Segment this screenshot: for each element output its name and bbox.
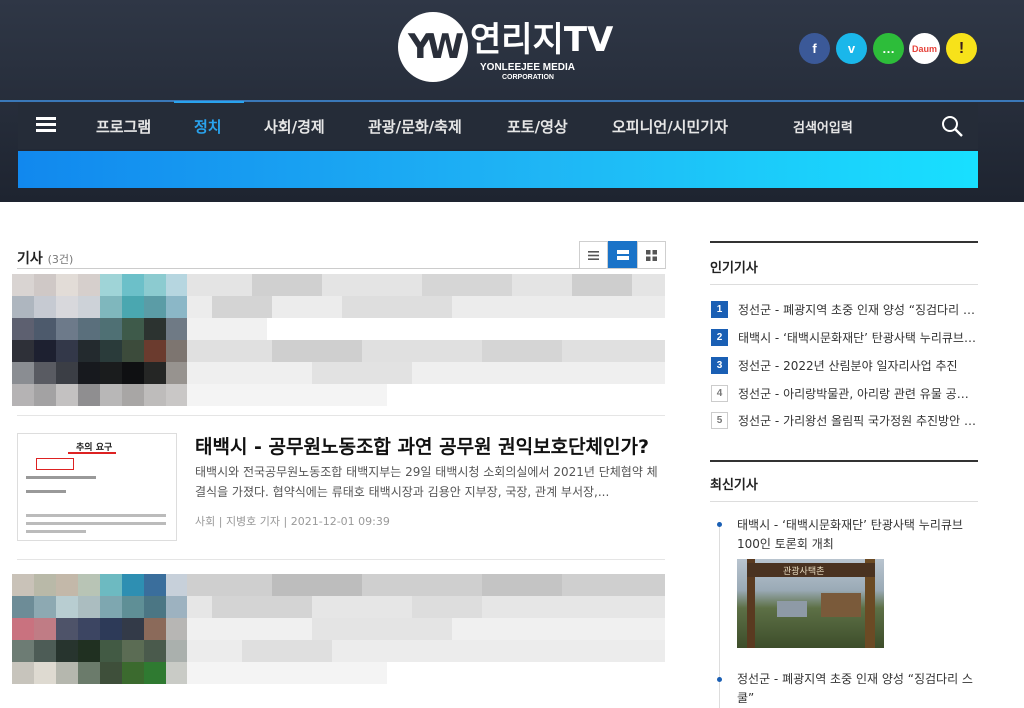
thumb-line — [26, 490, 66, 493]
vimeo-icon[interactable]: v — [836, 33, 867, 64]
popular-item-text[interactable]: 정선군 - 폐광지역 초중 인재 양성 “징검다리 스쿨” — [738, 301, 978, 318]
latest-item-text[interactable]: 태백시 - ‘태백시문화재단’ 탄광사택 누리큐브 100인 토론회 개최 — [737, 516, 977, 554]
list-icon — [588, 250, 599, 260]
grid-icon — [646, 249, 657, 261]
popular-heading: 인기기사 — [710, 261, 758, 276]
thumb-box — [36, 458, 74, 470]
logo-name: 연리지TV — [470, 20, 614, 60]
list-title-text: 기사 — [17, 251, 43, 267]
timeline-dot — [717, 677, 722, 682]
card-view-button[interactable] — [608, 241, 637, 269]
article-meta: 사회 | 지병호 기자 | 2021-12-01 09:39 — [195, 515, 390, 528]
latest-item-image[interactable]: 관광사택촌 — [737, 559, 884, 648]
search-input[interactable]: 검색어입력 — [793, 117, 853, 136]
blurred-article-1[interactable] — [12, 274, 665, 406]
nav-item-politics[interactable]: 정치 — [194, 116, 222, 137]
site-logo[interactable]: YW 연리지TV YONLEEJEE MEDIA CORPORATION — [398, 10, 613, 86]
rank-badge: 3 — [711, 356, 728, 374]
rank-badge: 2 — [711, 328, 728, 346]
nav-item-society[interactable]: 사회/경제 — [264, 116, 325, 137]
list-view-button[interactable] — [579, 241, 608, 269]
list-count: (3건) — [47, 253, 74, 266]
popular-item-text[interactable]: 태백시 - ‘태백시문화재단’ 탄광사택 누리큐브 100인 토론회 개최 — [738, 329, 978, 346]
popular-item[interactable]: 5 정선군 - 가리왕선 올림픽 국가정원 추진방안 모색 — [711, 410, 979, 430]
grid-view-button[interactable] — [637, 241, 666, 269]
latest-top-rule — [710, 460, 978, 462]
thumb-line — [26, 522, 166, 525]
popular-item-text[interactable]: 정선군 - 2022년 산림분야 일자리사업 추진 — [738, 357, 978, 374]
building — [777, 601, 807, 617]
popular-item[interactable]: 3 정선군 - 2022년 산림분야 일자리사업 추진 — [711, 355, 979, 375]
kakao-icon[interactable]: ! — [946, 33, 977, 64]
logo-subtitle-2: CORPORATION — [502, 74, 554, 81]
popular-top-rule — [710, 241, 978, 243]
banner[interactable] — [18, 151, 978, 188]
popular-item-text[interactable]: 정선군 - 가리왕선 올림픽 국가정원 추진방안 모색 — [738, 412, 978, 429]
latest-item-text[interactable]: 정선군 - 폐광지역 초중 인재 양성 “징검다리 스쿨” — [737, 670, 977, 708]
popular-item[interactable]: 4 정선군 - 아리랑박물관, 아리랑 관련 유물 공개 구입 — [711, 383, 979, 403]
rank-badge: 5 — [711, 411, 728, 429]
thumb-line — [26, 530, 86, 533]
facebook-icon[interactable]: f — [799, 33, 830, 64]
timeline-dot — [717, 522, 722, 527]
popular-item-text[interactable]: 정선군 - 아리랑박물관, 아리랑 관련 유물 공개 구입 — [738, 385, 978, 402]
building — [821, 593, 861, 617]
line-icon[interactable]: … — [873, 33, 904, 64]
logo-mark: YW — [398, 12, 468, 82]
thumb-underline — [68, 452, 116, 454]
popular-item[interactable]: 2 태백시 - ‘태백시문화재단’ 탄광사택 누리큐브 100인 토론회 개최 — [711, 327, 979, 347]
list-divider — [17, 559, 665, 560]
list-divider — [17, 415, 665, 416]
view-toggle — [579, 241, 666, 269]
gate-sign-text: 관광사택촌 — [783, 567, 825, 577]
article-summary[interactable]: 태백시와 전국공무원노동조합 태백지부는 29일 태백시청 소회의실에서 202… — [195, 462, 665, 502]
daum-icon[interactable]: Daum — [909, 33, 940, 64]
list-top-divider — [17, 268, 665, 269]
rank-badge: 4 — [711, 384, 728, 402]
nav-item-tourism[interactable]: 관광/문화/축제 — [368, 116, 462, 137]
popular-item[interactable]: 1 정선군 - 폐광지역 초중 인재 양성 “징검다리 스쿨” — [711, 299, 979, 319]
list-title: 기사 (3건) — [17, 248, 73, 268]
latest-divider — [710, 501, 978, 502]
article-thumbnail[interactable]: 추의 요구 — [17, 433, 177, 541]
blurred-article-2[interactable] — [12, 574, 665, 684]
nav-item-photo[interactable]: 포토/영상 — [507, 116, 568, 137]
thumb-line — [26, 476, 96, 479]
search-icon[interactable] — [940, 114, 964, 138]
thumb-line — [26, 514, 166, 517]
latest-heading: 최신기사 — [710, 478, 758, 493]
menu-icon[interactable] — [36, 117, 56, 133]
nav-item-program[interactable]: 프로그램 — [96, 116, 151, 137]
logo-subtitle: YONLEEJEE MEDIA — [480, 62, 576, 73]
nav-item-opinion[interactable]: 오피니언/시민기자 — [612, 116, 728, 137]
rank-badge: 1 — [711, 300, 728, 318]
header-divider — [0, 100, 1024, 102]
popular-divider — [710, 284, 978, 285]
detail-list-icon — [616, 250, 629, 260]
article-title[interactable]: 태백시 - 공무원노동조합 과연 공무원 권익보호단체인가? — [195, 432, 665, 459]
